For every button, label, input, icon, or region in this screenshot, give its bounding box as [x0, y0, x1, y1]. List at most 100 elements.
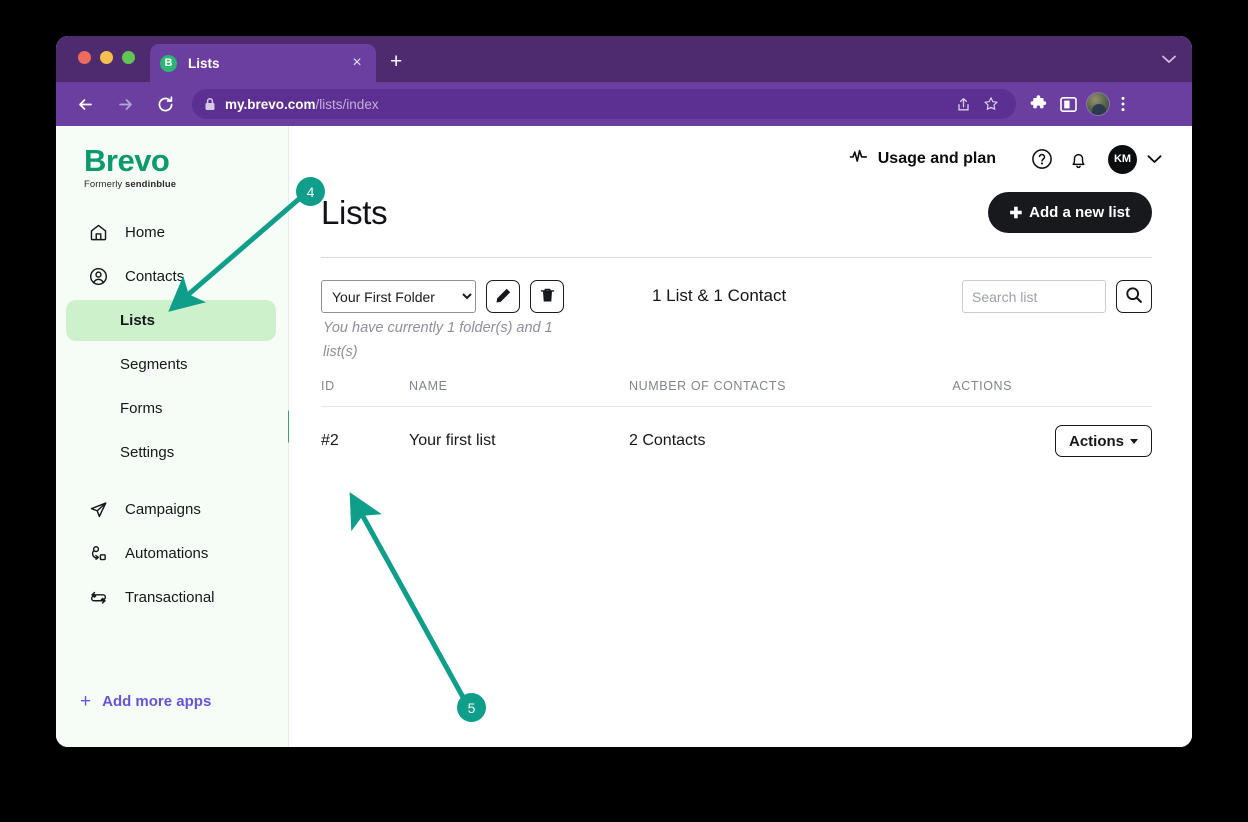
account-chevron-down-icon[interactable] [1147, 154, 1162, 164]
close-window-button[interactable] [78, 51, 91, 64]
browser-tab-strip: B Lists × + [56, 36, 1192, 82]
sidebar-item-label: Automations [125, 545, 209, 562]
activity-pulse-icon [849, 147, 868, 171]
lists-count-summary: 1 List & 1 Contact [652, 286, 787, 305]
main-content: Usage and plan KM Lists ✚ Add a new list… [289, 126, 1192, 747]
plus-icon: + [80, 690, 92, 712]
bell-icon[interactable] [1060, 141, 1096, 177]
usage-and-plan-button[interactable]: Usage and plan [849, 147, 996, 171]
list-search [962, 280, 1152, 313]
sidebar-item-automations[interactable]: Automations [66, 533, 276, 574]
column-header-name: NAME [409, 379, 448, 393]
brevo-wordmark: Brevo [84, 143, 170, 178]
browser-profile-avatar[interactable] [1086, 92, 1110, 116]
table-row[interactable]: #2 Your first list 2 Contacts Actions [321, 407, 1152, 472]
folder-helper-text: You have currently 1 folder(s) and 1 lis… [323, 320, 553, 360]
lists-table-head: ID NAME NUMBER OF CONTACTS ACTIONS [321, 379, 1152, 407]
tab-list-chevron-down-icon[interactable] [1162, 51, 1176, 67]
folder-select[interactable]: Your First Folder [321, 280, 476, 313]
add-a-new-list-label: Add a new list [1029, 204, 1130, 221]
row-actions-label: Actions [1068, 432, 1124, 450]
delete-folder-button[interactable] [530, 280, 564, 313]
browser-toolbar: my.brevo.com/lists/index [56, 82, 1192, 126]
add-more-apps-button[interactable]: + Add more apps [80, 690, 212, 712]
plus-icon: ✚ [1009, 204, 1023, 222]
reload-button[interactable] [150, 89, 180, 119]
sidebar-item-label: Contacts [125, 268, 185, 285]
maximize-window-button[interactable] [122, 51, 135, 64]
sidebar-item-label: Lists [120, 312, 156, 329]
sidebar-item-label: Forms [120, 400, 163, 417]
list-contacts-cell: 2 Contacts [629, 432, 706, 449]
share-icon[interactable] [950, 91, 976, 117]
url-path: /lists/index [315, 96, 379, 112]
browser-sidebar-toggle-icon[interactable] [1056, 92, 1080, 116]
tagline-prefix: Formerly [84, 179, 126, 190]
add-a-new-list-button[interactable]: ✚ Add a new list [987, 192, 1152, 233]
window-traffic-lights [78, 51, 135, 64]
sidebar-group-separator [56, 476, 288, 486]
close-tab-icon[interactable]: × [348, 54, 366, 72]
extensions-puzzle-icon[interactable] [1026, 92, 1050, 116]
url-text: my.brevo.com/lists/index [225, 97, 379, 112]
user-avatar[interactable]: KM [1108, 144, 1137, 174]
sidebar-item-label: Transactional [125, 589, 215, 606]
list-name-cell[interactable]: Your first list [409, 407, 629, 472]
column-header-id: ID [321, 379, 335, 393]
omnibox-actions [950, 91, 1004, 117]
caret-down-icon [1130, 438, 1138, 444]
sidebar-item-home[interactable]: Home [66, 212, 276, 253]
edit-folder-button[interactable] [486, 280, 520, 313]
lists-table-body: #2 Your first list 2 Contacts Actions [321, 407, 1152, 472]
page-body: Brevo Formerly sendinblue Home Contacts [56, 126, 1192, 747]
table-header-row: ID NAME NUMBER OF CONTACTS ACTIONS [321, 379, 1152, 407]
app-sidebar: Brevo Formerly sendinblue Home Contacts [56, 126, 293, 747]
list-actions-cell: Actions [952, 407, 1152, 472]
sidebar-item-lists[interactable]: Lists [66, 300, 276, 341]
tab-title: Lists [188, 55, 220, 71]
column-header-actions: ACTIONS [952, 379, 1013, 393]
bookmark-star-icon[interactable] [978, 91, 1004, 117]
page-header-row: Lists ✚ Add a new list [321, 192, 1152, 233]
brevo-tagline: Formerly sendinblue [84, 179, 288, 190]
back-button[interactable] [70, 89, 100, 119]
annotation-marker-5: 5 [457, 693, 486, 722]
search-icon [1125, 286, 1143, 307]
new-tab-button[interactable]: + [390, 51, 402, 72]
browser-window: B Lists × + my.brevo.com/lists/index Bre… [56, 36, 1192, 747]
browser-menu-kebab-icon[interactable] [1116, 96, 1130, 112]
row-actions-button[interactable]: Actions [1054, 425, 1152, 457]
lock-icon [204, 97, 216, 111]
sidebar-item-contacts[interactable]: Contacts [66, 256, 276, 297]
lists-page: Lists ✚ Add a new list Your First Folder [289, 192, 1192, 471]
minimize-window-button[interactable] [100, 51, 113, 64]
search-input[interactable] [962, 280, 1106, 313]
automation-flow-icon [88, 543, 109, 564]
forward-button[interactable] [110, 89, 140, 119]
app-header: Usage and plan KM [289, 126, 1192, 192]
annotation-marker-4: 4 [296, 177, 325, 206]
sidebar-item-forms[interactable]: Forms [66, 388, 276, 429]
help-circle-icon[interactable] [1024, 141, 1060, 177]
brevo-logo[interactable]: Brevo Formerly sendinblue [56, 126, 288, 191]
search-button[interactable] [1116, 280, 1152, 313]
pencil-icon [495, 287, 512, 307]
sidebar-item-label: Segments [120, 356, 188, 373]
lists-toolbar: Your First Folder You have currently 1 f… [321, 280, 1152, 360]
sidebar-item-settings[interactable]: Settings [66, 432, 276, 473]
sidebar-item-label: Settings [120, 444, 175, 461]
browser-tab[interactable]: B Lists × [150, 44, 376, 82]
sidebar-item-campaigns[interactable]: Campaigns [66, 489, 276, 530]
sidebar-item-label: Campaigns [125, 501, 201, 518]
browser-right-actions [1026, 92, 1130, 116]
add-more-apps-label: Add more apps [102, 693, 212, 710]
list-id-cell: #2 [321, 432, 339, 449]
address-bar[interactable]: my.brevo.com/lists/index [192, 89, 1016, 119]
sidebar-nav: Home Contacts Lists Segments Forms Setti… [56, 212, 288, 618]
sidebar-item-segments[interactable]: Segments [66, 344, 276, 385]
paper-plane-icon [88, 499, 109, 520]
sidebar-item-transactional[interactable]: Transactional [66, 577, 276, 618]
home-icon [88, 222, 109, 243]
url-host: my.brevo.com [225, 96, 316, 112]
lists-table: ID NAME NUMBER OF CONTACTS ACTIONS #2 Yo… [321, 379, 1152, 471]
